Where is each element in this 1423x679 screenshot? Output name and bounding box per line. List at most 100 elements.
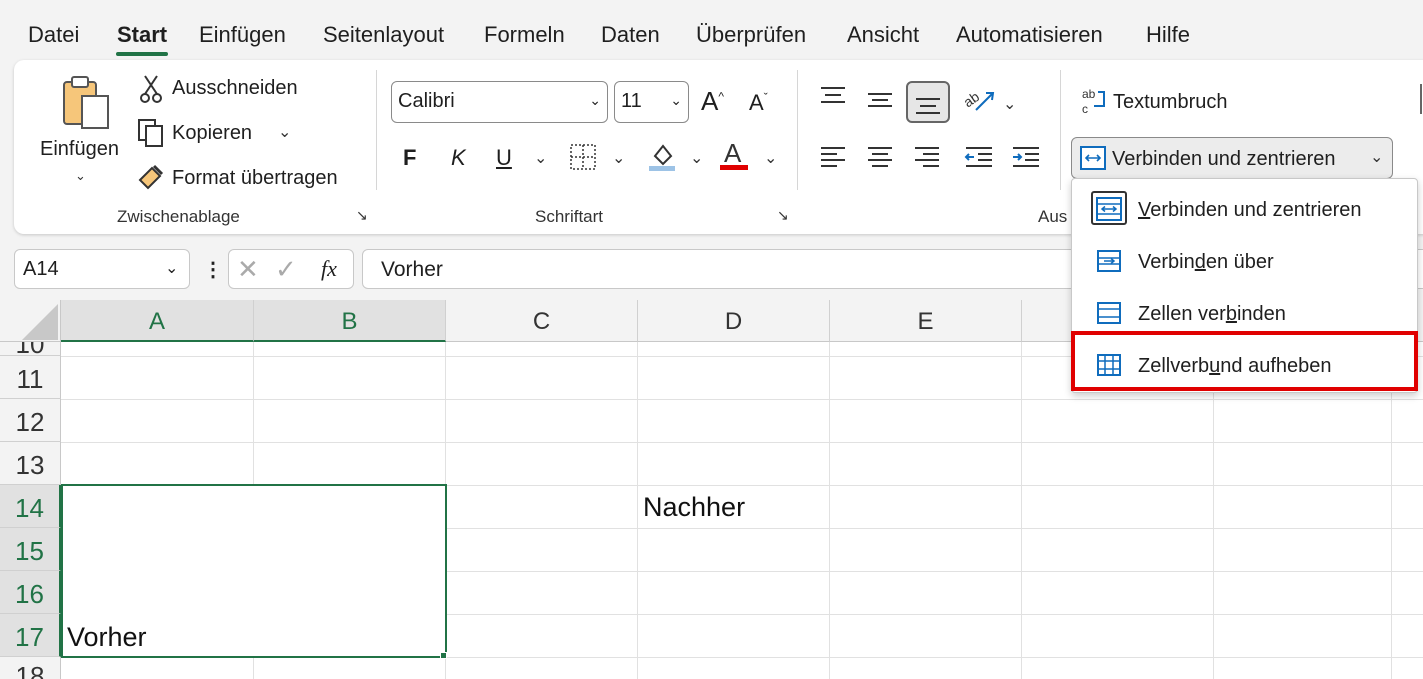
chevron-down-icon[interactable]: ⌄ [1370, 147, 1383, 167]
format-painter-icon [136, 162, 166, 192]
font-name-select[interactable]: Calibri ⌄ [391, 81, 608, 123]
wrap-text-icon: ab c [1080, 86, 1108, 116]
borders-chevron-icon[interactable]: ⌄ [612, 148, 625, 168]
merge-across-icon [1097, 250, 1121, 272]
copy-button[interactable]: Kopieren [172, 122, 252, 145]
fill-handle[interactable] [440, 652, 447, 659]
chevron-down-icon[interactable]: ⌄ [165, 258, 178, 278]
align-bottom-icon [916, 98, 940, 114]
increase-font-size-icon[interactable]: A^ [701, 86, 724, 117]
row-header-11[interactable]: 11 [0, 356, 61, 399]
svg-text:A: A [724, 138, 742, 168]
fill-color-chevron-icon[interactable]: ⌄ [690, 148, 703, 168]
column-header-b[interactable]: B [254, 300, 446, 342]
align-bottom-button[interactable] [906, 81, 950, 123]
gridline [829, 342, 830, 679]
row-header-12[interactable]: 12 [0, 399, 61, 442]
group-label-alignment: Aus [1038, 207, 1068, 226]
tab-einfuegen[interactable]: Einfügen [199, 22, 286, 48]
svg-text:ab: ab [1082, 87, 1096, 101]
gridline [1021, 342, 1022, 679]
cut-button[interactable]: Ausschneiden [172, 77, 298, 100]
column-header-e[interactable]: E [830, 300, 1022, 342]
select-all-triangle-icon [22, 304, 58, 340]
underline-chevron-icon[interactable]: ⌄ [534, 148, 547, 168]
gridline [637, 342, 638, 679]
copy-icon [136, 118, 166, 148]
formula-content: Vorher [381, 258, 443, 281]
tab-datei[interactable]: Datei [28, 22, 79, 48]
cancel-icon[interactable]: ✕ [237, 254, 259, 285]
align-left-icon[interactable] [818, 144, 848, 170]
underline-button[interactable]: U [496, 145, 512, 171]
paste-icon[interactable] [58, 74, 114, 132]
row-header-18[interactable]: 18 [0, 657, 61, 679]
select-all-corner[interactable] [0, 300, 61, 342]
italic-button[interactable]: K [451, 145, 466, 171]
decrease-indent-icon[interactable] [963, 144, 995, 170]
tab-automatisieren[interactable]: Automatisieren [956, 22, 1103, 48]
clipboard-launcher-icon[interactable]: ↘ [356, 207, 368, 224]
tab-ueberpruefen[interactable]: Überprüfen [696, 22, 806, 48]
merge-cells-icon [1097, 302, 1121, 324]
menu-item-merge-center[interactable]: Verbinden und zentrieren [1072, 183, 1417, 235]
merge-center-icon [1080, 146, 1106, 170]
font-name-value: Calibri [398, 90, 455, 112]
copy-chevron-icon[interactable]: ⌄ [278, 122, 291, 142]
font-size-select[interactable]: 11 ⌄ [614, 81, 689, 123]
align-top-icon[interactable] [818, 84, 848, 108]
svg-text:c: c [1082, 102, 1088, 116]
name-box[interactable]: A14 ⌄ [14, 249, 190, 289]
menu-item-label: Verbinden und zentrieren [1138, 199, 1362, 221]
name-box-value: A14 [23, 258, 59, 280]
cell-d14[interactable]: Nachher [643, 492, 745, 523]
column-header-d[interactable]: D [638, 300, 830, 342]
tab-ansicht[interactable]: Ansicht [847, 22, 919, 48]
merge-center-button[interactable]: Verbinden und zentrieren ⌄ [1071, 137, 1393, 179]
row-header-10[interactable]: 10 [0, 342, 61, 356]
font-color-chevron-icon[interactable]: ⌄ [764, 148, 777, 168]
menu-item-merge-across[interactable]: Verbinden über [1072, 235, 1417, 287]
row-header-13[interactable]: 13 [0, 442, 61, 485]
tab-hilfe[interactable]: Hilfe [1146, 22, 1190, 48]
insert-function-button[interactable]: fx [321, 256, 337, 282]
borders-icon[interactable] [568, 142, 598, 172]
row-header-16[interactable]: 16 [0, 571, 61, 614]
font-size-value: 11 [621, 90, 642, 112]
orientation-icon[interactable]: ab [962, 84, 996, 116]
font-color-icon[interactable]: A [718, 138, 750, 172]
format-painter-button[interactable]: Format übertragen [172, 167, 338, 190]
align-center-icon[interactable] [865, 144, 895, 170]
menu-item-label: Verbinden über [1138, 251, 1274, 273]
bold-button[interactable]: F [403, 145, 416, 171]
tab-start[interactable]: Start [117, 22, 167, 48]
tab-seitenlayout[interactable]: Seitenlayout [323, 22, 444, 48]
row-header-15[interactable]: 15 [0, 528, 61, 571]
tab-formeln[interactable]: Formeln [484, 22, 565, 48]
formula-buttons: ✕ ✓ fx [228, 249, 354, 289]
decrease-font-size-icon[interactable]: Aˇ [749, 90, 768, 116]
tab-daten[interactable]: Daten [601, 22, 660, 48]
chevron-down-icon: ⌄ [589, 92, 601, 108]
align-middle-icon[interactable] [865, 88, 895, 112]
highlight-box [1071, 331, 1418, 391]
column-header-c[interactable]: C [446, 300, 638, 342]
wrap-text-button[interactable]: Textumbruch [1113, 91, 1228, 114]
paste-button-label[interactable]: Einfügen [40, 138, 119, 161]
ribbon-separator [376, 70, 377, 190]
row-header-14[interactable]: 14 [0, 485, 61, 528]
group-label-clipboard: Zwischenablage [117, 207, 240, 226]
cell-a17[interactable]: Vorher [67, 622, 147, 653]
paste-chevron-icon[interactable]: ⌄ [75, 168, 86, 184]
column-header-a[interactable]: A [61, 300, 254, 342]
row-header-17[interactable]: 17 [0, 614, 61, 657]
menu-item-label: Zellen verbinden [1138, 303, 1286, 325]
more-options-icon[interactable]: ⋮ [203, 257, 223, 282]
align-right-icon[interactable] [912, 144, 942, 170]
orientation-chevron-icon[interactable]: ⌄ [1003, 94, 1016, 114]
font-launcher-icon[interactable]: ↘ [777, 207, 789, 224]
increase-indent-icon[interactable] [1010, 144, 1042, 170]
confirm-icon[interactable]: ✓ [275, 254, 297, 285]
gridline [61, 399, 1423, 400]
fill-color-icon[interactable] [647, 140, 677, 172]
